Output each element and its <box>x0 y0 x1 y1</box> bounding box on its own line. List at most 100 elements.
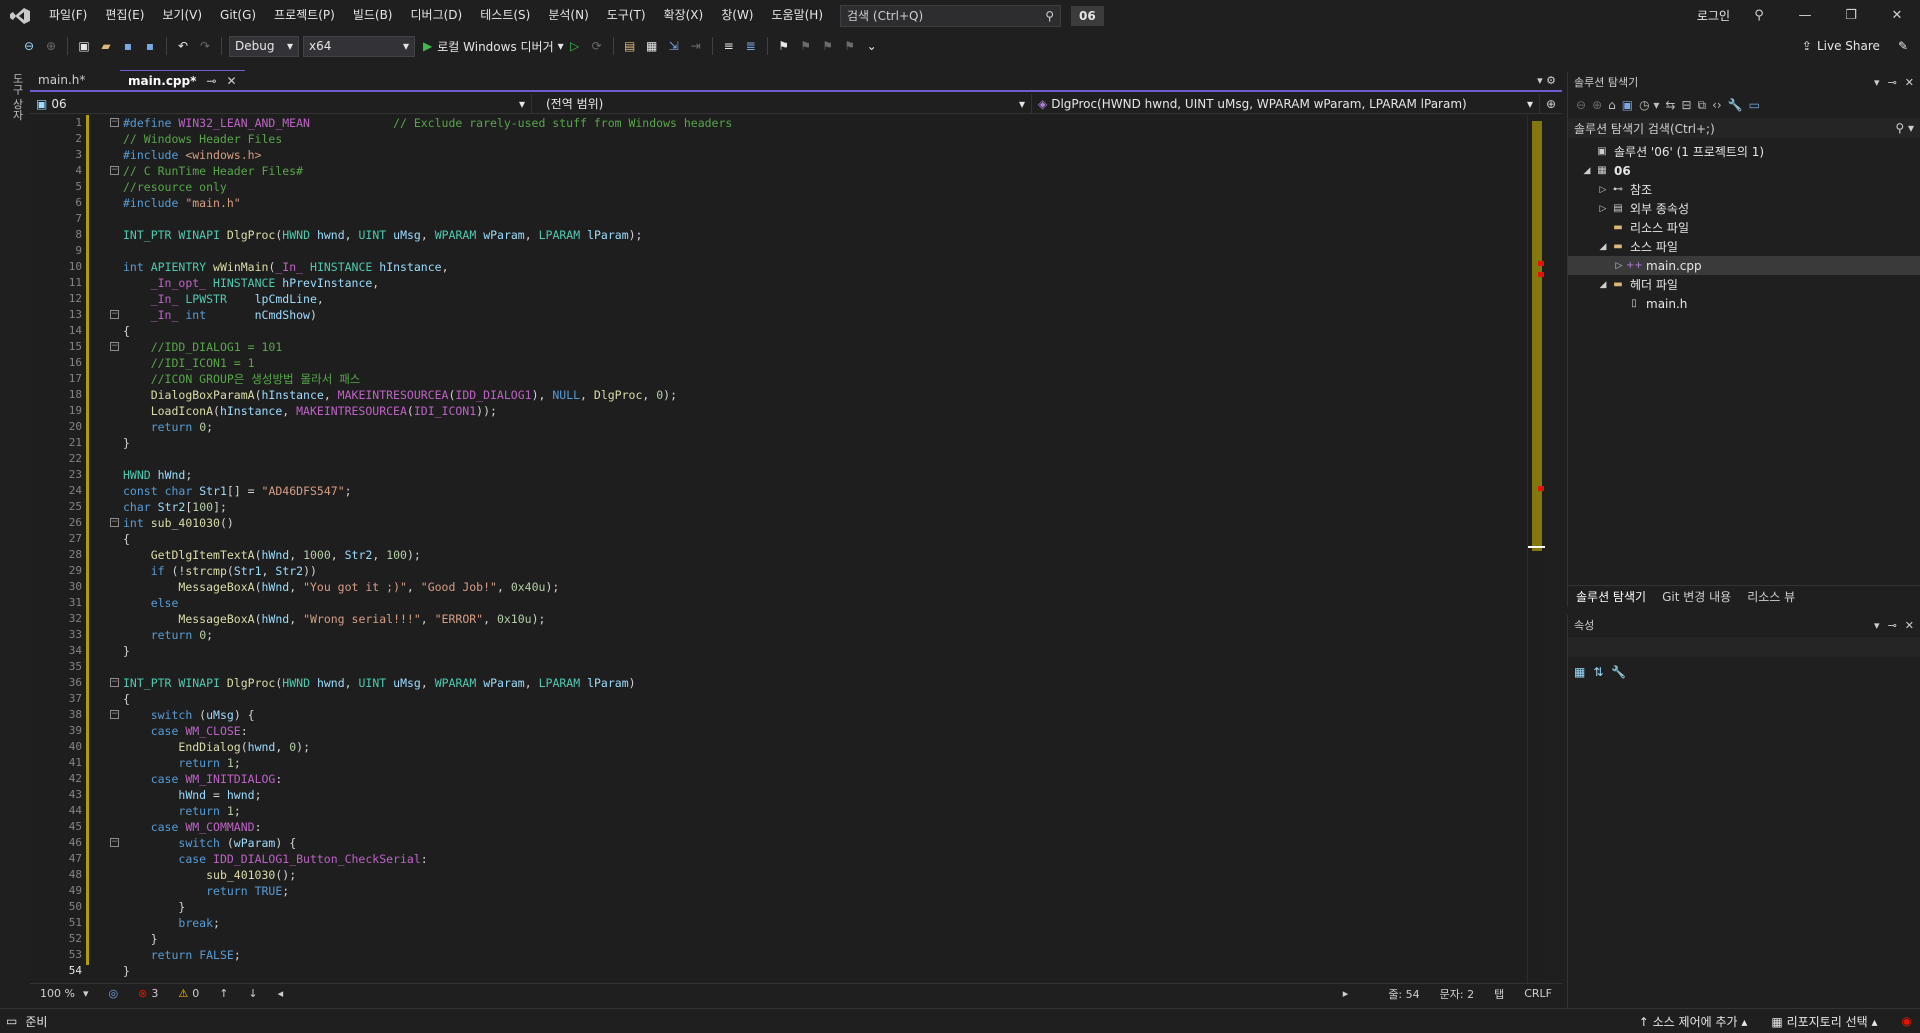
menu-item[interactable]: 프로젝트(P) <box>265 0 344 31</box>
close-panel-icon[interactable]: ✕ <box>1905 619 1914 632</box>
collapse-region-icon[interactable]: − <box>110 118 119 127</box>
expand-arrow-icon[interactable]: ▷ <box>1596 185 1610 195</box>
property-pages-icon[interactable]: 🔧 <box>1611 665 1626 679</box>
pending-changes-filter-icon[interactable]: ◷ ▾ <box>1639 98 1659 112</box>
panel-tab[interactable]: Git 변경 내용 <box>1654 588 1739 605</box>
live-share-button[interactable]: Live Share <box>1817 39 1880 53</box>
expand-arrow-icon[interactable]: ▷ <box>1612 261 1626 271</box>
step-over-icon[interactable]: ⇥ <box>685 35 707 57</box>
step-icon[interactable]: ⇲ <box>663 35 685 57</box>
save-icon[interactable]: ▪ <box>117 35 139 57</box>
code-line[interactable] <box>123 243 1523 259</box>
code-line[interactable]: //ICON GROUP은 생성방법 몰라서 패스 <box>123 371 1523 387</box>
collapse-region-icon[interactable]: − <box>110 838 119 847</box>
code-line[interactable]: // Windows Header Files <box>123 131 1523 147</box>
menu-item[interactable]: 디버그(D) <box>402 0 472 31</box>
prev-bookmark-icon[interactable]: ⚑ <box>795 35 817 57</box>
code-line[interactable]: //resource only <box>123 179 1523 195</box>
open-file-icon[interactable]: ▰ <box>95 35 117 57</box>
home-icon[interactable]: ⌂ <box>1608 98 1616 112</box>
show-all-files-icon[interactable]: ⧉ <box>1698 98 1707 113</box>
code-line[interactable]: char Str2[100]; <box>123 499 1523 515</box>
panel-menu-icon[interactable]: ▾ <box>1874 619 1880 632</box>
code-line[interactable]: const char Str1[] = "AD46DFS547"; <box>123 483 1523 499</box>
split-icon[interactable]: ⊕ <box>1546 97 1556 111</box>
panel-tab[interactable]: 솔루션 탐색기 <box>1568 588 1654 605</box>
expand-arrow-icon[interactable]: ▷ <box>1596 204 1610 214</box>
select-repository-button[interactable]: ▦ 리포지토리 선택 ▴ <box>1771 1013 1877 1030</box>
code-line[interactable]: int sub_401030() <box>123 515 1523 531</box>
code-line[interactable] <box>123 659 1523 675</box>
menu-item[interactable]: 편집(E) <box>96 0 153 31</box>
sync-icon[interactable]: ⇆ <box>1665 98 1675 112</box>
code-line[interactable]: { <box>123 323 1523 339</box>
properties-icon[interactable]: 🔧 <box>1728 98 1743 112</box>
toolbar-overflow-icon[interactable]: ⌄ <box>861 35 883 57</box>
scroll-right-icon[interactable]: ▸ <box>1333 987 1359 1000</box>
tree-item[interactable]: ◢ ▬ 소스 파일 <box>1568 237 1920 256</box>
code-text[interactable]: #define WIN32_LEAN_AND_MEAN // Exclude r… <box>123 115 1523 983</box>
code-line[interactable]: #include <windows.h> <box>123 147 1523 163</box>
code-line[interactable]: _In_opt_ HINSTANCE hPrevInstance, <box>123 275 1523 291</box>
switch-views-icon[interactable]: ▣ <box>1622 98 1633 112</box>
code-line[interactable]: break; <box>123 915 1523 931</box>
object-selector-dropdown[interactable] <box>1568 637 1920 657</box>
line-ending-indicator[interactable]: CRLF <box>1514 987 1562 1000</box>
code-line[interactable]: else <box>123 595 1523 611</box>
configuration-dropdown[interactable]: Debug ▾ <box>229 35 299 57</box>
menu-item[interactable]: 파일(F) <box>40 0 96 31</box>
vertical-scrollbar[interactable] <box>1527 115 1545 983</box>
tree-item[interactable]: ▷ ++ main.cpp <box>1568 256 1920 275</box>
code-line[interactable]: { <box>123 531 1523 547</box>
code-line[interactable]: { <box>123 691 1523 707</box>
code-line[interactable]: sub_401030(); <box>123 867 1523 883</box>
char-indicator[interactable]: 문자: 2 <box>1430 986 1484 1002</box>
visual-studio-logo-icon[interactable] <box>0 0 40 31</box>
menu-item[interactable]: 도구(T) <box>598 0 655 31</box>
next-issue-icon[interactable]: ↓ <box>238 987 267 1000</box>
code-line[interactable]: return 1; <box>123 803 1523 819</box>
new-project-icon[interactable]: ▣ <box>73 35 95 57</box>
code-line[interactable]: #define WIN32_LEAN_AND_MEAN // Exclude r… <box>123 115 1523 131</box>
indent-indicator[interactable]: 탭 <box>1484 986 1514 1002</box>
account-icon[interactable]: ⚲ <box>1736 0 1782 31</box>
code-line[interactable]: switch (wParam) { <box>123 835 1523 851</box>
expand-arrow-icon[interactable]: ◢ <box>1596 280 1610 290</box>
feedback-icon[interactable]: ✎ <box>1898 39 1908 53</box>
comment-icon[interactable]: ≡ <box>718 35 740 57</box>
menu-item[interactable]: 확장(X) <box>655 0 713 31</box>
code-line[interactable]: EndDialog(hwnd, 0); <box>123 739 1523 755</box>
back-icon[interactable]: ⊖ <box>1576 98 1586 112</box>
close-panel-icon[interactable]: ✕ <box>1905 76 1914 89</box>
tree-item[interactable]: ◢ ▦ 06 <box>1568 161 1920 180</box>
code-line[interactable]: DialogBoxParamA(hInstance, MAKEINTRESOUR… <box>123 387 1523 403</box>
errors-indicator[interactable]: ⊗ 3 <box>128 987 168 1000</box>
code-line[interactable]: _In_ LPWSTR lpCmdLine, <box>123 291 1523 307</box>
pin-icon[interactable]: ⊸ <box>1888 619 1897 632</box>
tab-main-h[interactable]: main.h* <box>30 70 120 90</box>
code-line[interactable]: } <box>123 963 1523 979</box>
zoom-dropdown[interactable]: 100 % ▾ <box>30 987 98 1000</box>
code-line[interactable]: return 0; <box>123 627 1523 643</box>
redo-icon[interactable]: ↷ <box>194 35 216 57</box>
add-source-control-button[interactable]: ↑ 소스 제어에 추가 ▴ <box>1639 1013 1748 1030</box>
save-all-icon[interactable]: ▪ <box>139 35 161 57</box>
code-line[interactable]: return FALSE; <box>123 947 1523 963</box>
code-line[interactable]: INT_PTR WINAPI DlgProc(HWND hwnd, UINT u… <box>123 675 1523 691</box>
collapse-all-icon[interactable]: ⊟ <box>1681 98 1691 112</box>
code-line[interactable]: _In_ int nCmdShow) <box>123 307 1523 323</box>
expand-arrow-icon[interactable]: ◢ <box>1580 166 1594 176</box>
undo-icon[interactable]: ↶ <box>172 35 194 57</box>
code-line[interactable]: GetDlgItemTextA(hWnd, 1000, Str2, 100); <box>123 547 1523 563</box>
code-line[interactable]: #include "main.h" <box>123 195 1523 211</box>
tree-item[interactable]: ▣ 솔루션 '06' (1 프로젝트의 1) <box>1568 142 1920 161</box>
forward-icon[interactable]: ⊕ <box>1592 98 1602 112</box>
tab-overflow-icon[interactable]: ▾ ⚙ <box>1537 74 1556 87</box>
back-icon[interactable]: ⊖ <box>18 35 40 57</box>
next-bookmark-icon[interactable]: ⚑ <box>817 35 839 57</box>
menu-item[interactable]: 창(W) <box>712 0 762 31</box>
layout-icon[interactable]: ▦ <box>641 35 663 57</box>
intellicode-icon[interactable]: ◎ <box>98 987 128 1000</box>
code-line[interactable]: return 0; <box>123 419 1523 435</box>
panel-tab[interactable]: 리소스 뷰 <box>1739 588 1803 605</box>
